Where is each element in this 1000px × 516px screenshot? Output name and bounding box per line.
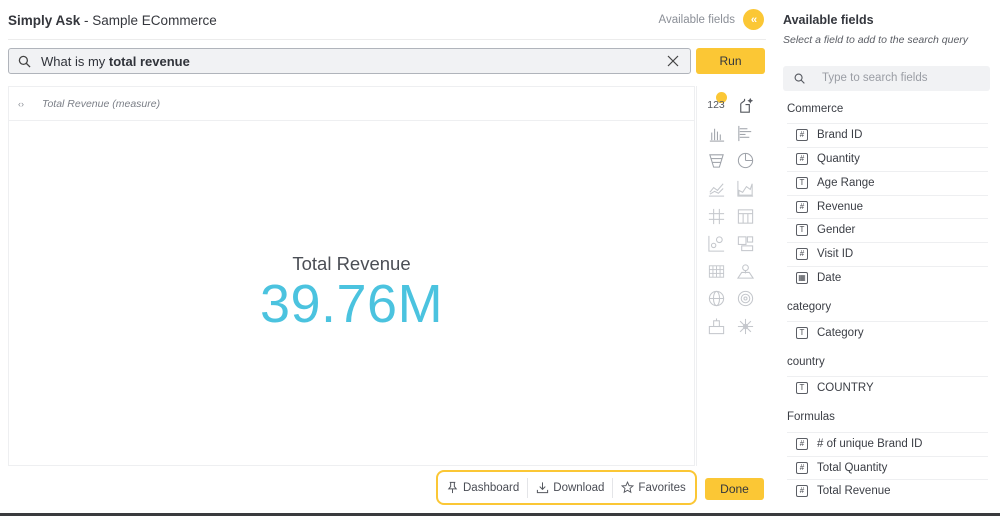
field-item[interactable]: # Visit ID bbox=[787, 242, 988, 265]
ai-sparkle-icon[interactable] bbox=[734, 95, 756, 115]
group-label-formulas: Formulas bbox=[787, 411, 835, 423]
code-icon[interactable]: ‹› bbox=[18, 99, 24, 109]
number-type-icon: # bbox=[796, 438, 808, 450]
globe-icon[interactable] bbox=[705, 288, 727, 308]
field-label: Total Revenue bbox=[817, 485, 891, 497]
kpi-title: Total Revenue bbox=[292, 253, 411, 274]
funnel-chart-icon[interactable] bbox=[705, 150, 727, 170]
result-panel: ‹› Total Revenue (measure) Total Revenue… bbox=[8, 86, 695, 466]
download-icon bbox=[537, 482, 549, 494]
result-measure-label: Total Revenue (measure) bbox=[42, 98, 161, 110]
field-item[interactable]: # Revenue bbox=[787, 195, 988, 218]
chevrons-left-icon[interactable]: ‹‹ bbox=[743, 9, 764, 30]
group-label-country: country bbox=[787, 356, 825, 368]
calendar-type-icon: ▦ bbox=[796, 272, 808, 284]
field-item[interactable]: T Category bbox=[787, 321, 988, 344]
line-chart-icon[interactable] bbox=[705, 178, 727, 198]
treemap-icon[interactable] bbox=[705, 316, 727, 336]
available-fields-panel: Available fields Select a field to add t… bbox=[775, 0, 1000, 516]
area-chart-icon[interactable] bbox=[734, 178, 756, 198]
number-type-icon: # bbox=[796, 129, 808, 141]
field-item[interactable]: # Brand ID bbox=[787, 123, 988, 146]
field-label: Date bbox=[817, 272, 842, 284]
result-header: ‹› Total Revenue (measure) bbox=[9, 87, 694, 121]
text-type-icon: T bbox=[796, 382, 808, 394]
text-type-icon: T bbox=[796, 224, 808, 236]
field-label: Visit ID bbox=[817, 248, 854, 260]
number-type-icon: # bbox=[796, 485, 808, 497]
field-label: Total Quantity bbox=[817, 462, 888, 474]
done-button[interactable]: Done bbox=[705, 478, 764, 500]
dataset-name: Sample ECommerce bbox=[92, 13, 217, 28]
group-label-category: category bbox=[787, 301, 832, 313]
field-item[interactable]: # Quantity bbox=[787, 147, 988, 170]
search-icon bbox=[794, 73, 805, 84]
field-label: Category bbox=[817, 327, 864, 339]
field-label: COUNTRY bbox=[817, 382, 874, 394]
query-prefix: What is my bbox=[41, 54, 109, 69]
number-type-icon: # bbox=[796, 153, 808, 165]
query-highlight: total revenue bbox=[108, 54, 190, 69]
favorites-label: Favorites bbox=[638, 481, 686, 494]
result-actions: Dashboard Download Favorites bbox=[436, 470, 697, 505]
field-label: Age Range bbox=[817, 177, 875, 189]
page-title: Simply Ask - Sample ECommerce bbox=[8, 13, 217, 28]
text-type-icon: T bbox=[796, 177, 808, 189]
workspace-header: Simply Ask - Sample ECommerce Available … bbox=[8, 0, 766, 40]
app-name: Simply Ask bbox=[8, 13, 81, 28]
fields-panel-title: Available fields bbox=[783, 13, 874, 27]
run-button[interactable]: Run bbox=[696, 48, 765, 74]
table-icon[interactable] bbox=[734, 206, 756, 226]
fields-panel-subtitle: Select a field to add to the search quer… bbox=[783, 34, 969, 46]
field-search-input[interactable]: Type to search fields bbox=[783, 66, 990, 91]
field-item[interactable]: T Age Range bbox=[787, 171, 988, 194]
heatmap-icon[interactable] bbox=[705, 261, 727, 281]
search-icon bbox=[18, 55, 31, 68]
combo-chart-icon[interactable] bbox=[734, 233, 756, 253]
sunburst-icon[interactable] bbox=[734, 316, 756, 336]
pin-icon bbox=[447, 481, 458, 494]
number-type-icon: # bbox=[796, 201, 808, 213]
number-type-icon: # bbox=[796, 248, 808, 260]
download-button[interactable]: Download bbox=[527, 477, 612, 498]
title-separator: - bbox=[80, 13, 93, 28]
download-label: Download bbox=[553, 481, 605, 494]
field-item[interactable]: T Gender bbox=[787, 218, 988, 241]
group-label-commerce: Commerce bbox=[787, 103, 844, 115]
number-icon[interactable]: 123 bbox=[705, 95, 727, 115]
column-chart-icon[interactable] bbox=[705, 123, 727, 143]
dashboard-label: Dashboard bbox=[463, 481, 520, 494]
bar-chart-icon[interactable] bbox=[734, 123, 756, 143]
field-item[interactable]: # Total Revenue bbox=[787, 479, 988, 502]
search-query-box[interactable]: What is my total revenue bbox=[8, 48, 691, 74]
number-type-icon: # bbox=[796, 462, 808, 474]
field-label: Revenue bbox=[817, 201, 864, 213]
available-fields-toggle-label: Available fields bbox=[658, 13, 735, 26]
field-label: Quantity bbox=[817, 153, 860, 165]
grid-icon[interactable] bbox=[705, 206, 727, 226]
star-icon bbox=[621, 481, 635, 494]
query-workspace: Simply Ask - Sample ECommerce Available … bbox=[0, 0, 775, 516]
available-fields-toggle[interactable]: Available fields ‹‹ bbox=[658, 9, 764, 30]
field-item[interactable]: # Total Quantity bbox=[787, 456, 988, 479]
field-item[interactable]: ▦ Date bbox=[787, 266, 988, 289]
search-input[interactable]: What is my total revenue bbox=[41, 54, 190, 69]
text-type-icon: T bbox=[796, 327, 808, 339]
favorites-button[interactable]: Favorites bbox=[612, 477, 693, 498]
gauge-icon[interactable] bbox=[734, 288, 756, 308]
field-item[interactable]: T COUNTRY bbox=[787, 376, 988, 399]
field-label: # of unique Brand ID bbox=[817, 438, 923, 450]
geo-map-icon[interactable] bbox=[734, 261, 756, 281]
field-search-placeholder: Type to search fields bbox=[822, 72, 928, 84]
visualization-picker: 123 bbox=[696, 86, 766, 466]
field-item[interactable]: # # of unique Brand ID bbox=[787, 432, 988, 455]
kpi-value: 39.76M bbox=[259, 274, 444, 334]
close-icon[interactable] bbox=[667, 55, 679, 67]
field-label: Brand ID bbox=[817, 129, 863, 141]
scatter-chart-icon[interactable] bbox=[705, 233, 727, 253]
dashboard-button[interactable]: Dashboard bbox=[438, 478, 527, 498]
pie-chart-icon[interactable] bbox=[734, 150, 756, 170]
field-label: Gender bbox=[817, 224, 856, 236]
